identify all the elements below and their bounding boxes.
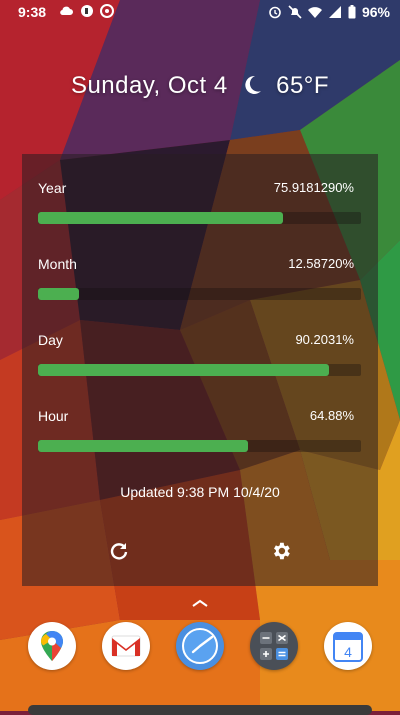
row-label: Year	[38, 180, 67, 196]
progress-widget: Year 75.9181290% Month 12.58720% Day 90.…	[22, 154, 378, 586]
row-value: 64.88%	[309, 408, 354, 423]
progress-track	[38, 288, 361, 300]
progress-fill	[38, 364, 330, 376]
maps-icon	[41, 631, 63, 661]
clock-icon	[182, 628, 218, 664]
calendar-day: 4	[344, 644, 352, 660]
wifi-icon	[307, 7, 322, 18]
gmail-app[interactable]	[102, 622, 150, 670]
progress-fill	[38, 212, 284, 224]
app-notification-icon	[81, 5, 93, 17]
row-label: Day	[38, 332, 63, 348]
moon-icon	[245, 75, 261, 94]
updated-timestamp: Updated 9:38 PM 10/4/20	[120, 484, 280, 500]
battery-percent: 96%	[361, 4, 390, 20]
progress-fill	[38, 440, 248, 452]
settings-button[interactable]	[268, 538, 294, 564]
calendar-app[interactable]: 4	[324, 622, 372, 670]
gmail-icon	[111, 635, 141, 657]
app-notification-icon	[100, 4, 114, 18]
gear-icon	[274, 542, 290, 560]
refresh-icon	[110, 543, 128, 560]
battery-icon	[348, 5, 356, 19]
cloud-icon	[60, 6, 73, 16]
calculator-icon	[260, 632, 288, 660]
signal-icon	[328, 6, 341, 18]
app-drawer-chevron-icon[interactable]	[190, 598, 210, 608]
temperature-label[interactable]: 65°F	[276, 72, 329, 99]
date-weather-header[interactable]: Sunday, Oct 4 65°F	[0, 72, 400, 100]
row-label: Hour	[38, 408, 69, 424]
row-value: 90.2031%	[295, 332, 354, 347]
app-dock: 4	[0, 622, 400, 678]
status-bar: 9:38 96%	[0, 0, 400, 24]
row-value: 12.58720%	[288, 256, 354, 271]
clock-app[interactable]	[176, 622, 224, 670]
date-label[interactable]: Sunday, Oct 4	[71, 72, 228, 99]
status-time: 9:38	[18, 4, 47, 20]
calendar-icon: 4	[333, 632, 363, 662]
gesture-nav-bar[interactable]	[28, 705, 372, 715]
mute-icon	[288, 5, 302, 19]
alarm-icon	[269, 6, 281, 19]
progress-track	[38, 212, 361, 224]
progress-track	[38, 440, 361, 452]
refresh-button[interactable]	[106, 538, 132, 564]
row-label: Month	[38, 256, 77, 272]
row-value: 75.9181290%	[273, 180, 354, 195]
calculator-app[interactable]	[250, 622, 298, 670]
progress-fill	[38, 288, 79, 300]
maps-app[interactable]	[28, 622, 76, 670]
progress-track	[38, 364, 361, 376]
